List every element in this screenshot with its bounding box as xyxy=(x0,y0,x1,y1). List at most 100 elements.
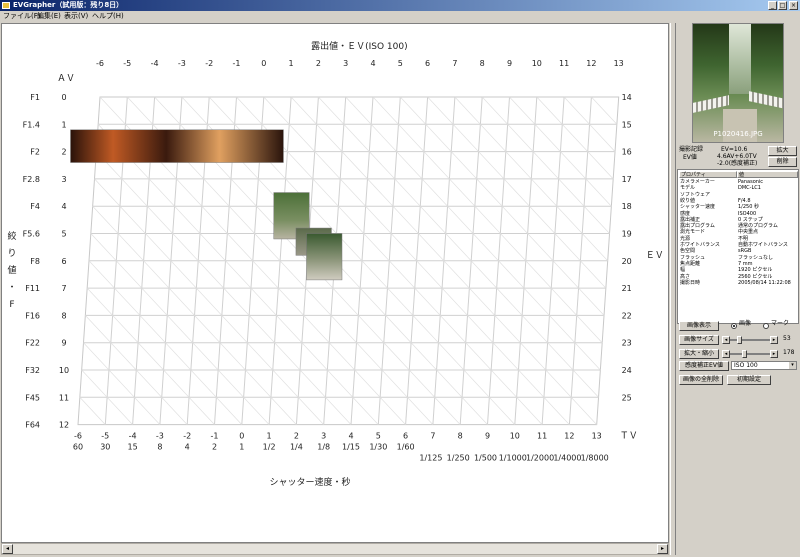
value-column-header[interactable]: 値 xyxy=(737,171,798,178)
f-number-label: F45 xyxy=(25,393,40,402)
maximize-button[interactable]: □ xyxy=(778,1,787,10)
property-row[interactable]: 幅 1920 ピクセル xyxy=(678,267,798,273)
menu-view[interactable]: 表示(V) xyxy=(64,11,88,22)
panel-splitter[interactable] xyxy=(670,23,676,555)
initial-settings-button[interactable]: 初期設定 xyxy=(727,375,771,385)
ev-right-tick-label: 25 xyxy=(622,393,632,402)
f-number-label: F32 xyxy=(25,366,40,375)
tv-tick-label: 4 xyxy=(348,432,353,441)
zoom-button[interactable]: 拡大 xyxy=(768,146,797,156)
scale-slider[interactable]: ◂ ▸ xyxy=(722,350,778,358)
property-row[interactable]: 色空間 sRGB xyxy=(678,248,798,254)
property-row[interactable]: 光源 不明 xyxy=(678,236,798,242)
property-value: 2560 ピクセル xyxy=(738,273,773,280)
property-column-header[interactable]: プロパティ xyxy=(679,171,737,178)
property-name: 幅 xyxy=(680,267,686,274)
property-value: F/4.8 xyxy=(738,197,751,204)
property-row[interactable]: フラッシュ フラッシュなし xyxy=(678,255,798,261)
property-row[interactable]: カメラメーカー Panasonic xyxy=(678,179,798,185)
tv-tick-label: 13 xyxy=(592,432,602,441)
image-display-button[interactable]: 画像表示 xyxy=(679,321,719,331)
image-size-button[interactable]: 画像サイズ xyxy=(679,335,719,345)
property-row[interactable]: ソフトウェア xyxy=(678,192,798,198)
shutter-speed-label: 1/1000 xyxy=(499,454,527,463)
close-button[interactable]: × xyxy=(789,1,798,10)
f-number-label: F2 xyxy=(30,148,40,157)
clear-all-images-button[interactable]: 画像の全削除 xyxy=(679,375,723,385)
ev-top-tick-label: 4 xyxy=(370,59,375,68)
tv-tick-label: -1 xyxy=(211,432,219,441)
ev-top-tick-label: 3 xyxy=(343,59,348,68)
property-value: sRGB xyxy=(738,248,752,255)
slider-right-arrow-icon[interactable]: ▸ xyxy=(770,336,778,344)
property-row[interactable]: ホワイトバランス 自動ホワイトバランス xyxy=(678,242,798,248)
radio-image[interactable] xyxy=(731,323,737,329)
property-row[interactable]: シャッター速度 1/250 秒 xyxy=(678,204,798,210)
property-row[interactable]: 高さ 2560 ピクセル xyxy=(678,274,798,280)
property-value: 自動ホワイトバランス xyxy=(738,242,788,248)
chart-canvas[interactable]: 露出値・ＥＶ(ISO 100) ＡＶ ＴＶ シャッター速度・秒 絞り値・ F ＥＶ -6 -5 -… xyxy=(1,23,669,543)
property-row[interactable]: 露出補正 0 ステップ xyxy=(678,217,798,223)
f-number-label: F8 xyxy=(30,257,40,266)
tv-tick-label: 5 xyxy=(376,432,381,441)
scale-slider-knob[interactable] xyxy=(742,350,747,358)
ev-top-tick-label: 1 xyxy=(289,59,294,68)
menu-edit[interactable]: 編集(E) xyxy=(37,11,61,22)
ev-diagonal xyxy=(79,397,106,425)
shutter-speed-label: 1/2000 xyxy=(526,454,554,463)
ev-right-tick-label: 24 xyxy=(622,366,632,375)
scroll-right-arrow-icon[interactable]: ▸ xyxy=(657,544,668,554)
ev-diagonal xyxy=(83,342,161,425)
ev-top-tick-label: -6 xyxy=(96,59,104,68)
y-axis-title-char: 値 xyxy=(7,264,16,276)
exif-property-table[interactable]: プロパティ 値 カメラメーカー Panasonic モデル DMC-LC1 ソフトウェア… xyxy=(677,169,799,324)
shutter-speed-label: 30 xyxy=(100,443,110,452)
menu-help[interactable]: ヘルプ(H) xyxy=(92,11,124,22)
property-name: 絞り値 xyxy=(680,197,696,204)
scroll-left-arrow-icon[interactable]: ◂ xyxy=(2,544,13,554)
tv-tick-label: 6 xyxy=(403,432,408,441)
property-row[interactable]: 焦点距離 7 mm xyxy=(678,261,798,267)
shutter-speed-label: 1 xyxy=(239,443,244,452)
shutter-speed-label: 4 xyxy=(185,443,190,452)
iso-correction-button[interactable]: 感度補正EV値 xyxy=(679,361,729,371)
image-size-slider[interactable]: ◂ ▸ xyxy=(722,336,778,344)
photo-marker-festival-panorama[interactable] xyxy=(70,129,284,163)
right-axis-title: ＥＶ xyxy=(646,251,664,261)
chevron-down-icon[interactable]: ▾ xyxy=(789,362,796,369)
iso-select[interactable]: ISO 100 ▾ xyxy=(731,361,797,370)
av-tick-label: 3 xyxy=(61,175,66,184)
horizontal-scrollbar[interactable]: ◂ ▸ xyxy=(1,543,669,555)
radio-mark[interactable] xyxy=(763,323,769,329)
minimize-button[interactable]: _ xyxy=(768,1,777,10)
property-value: 1920 ピクセル xyxy=(738,267,773,274)
image-size-slider-knob[interactable] xyxy=(737,336,742,344)
ev-top-tick-label: -3 xyxy=(178,59,186,68)
property-name: 焦点距離 xyxy=(680,260,701,267)
ev-diagonal xyxy=(372,96,603,343)
ev-right-tick-label: 17 xyxy=(622,175,632,184)
slider-right-arrow-icon[interactable]: ▸ xyxy=(770,350,778,358)
scale-button[interactable]: 拡大・縮小 xyxy=(679,349,719,359)
slider-left-arrow-icon[interactable]: ◂ xyxy=(722,350,730,358)
ev-right-tick-label: 21 xyxy=(622,284,632,293)
property-row[interactable]: 感度 ISO400 xyxy=(678,211,798,217)
delete-button[interactable]: 削除 xyxy=(768,157,797,167)
shutter-speed-label: 1/8000 xyxy=(581,454,609,463)
photo-thumbnail[interactable]: P1020416.JPG xyxy=(692,23,784,143)
tv-axis-label: ＴＶ xyxy=(620,432,638,442)
property-row[interactable]: 絞り値 F/4.8 xyxy=(678,198,798,204)
photo-marker-torii-path[interactable] xyxy=(306,233,343,281)
property-value: DMC-LC1 xyxy=(738,185,761,192)
property-row[interactable]: 測光モード 中央重点 xyxy=(678,229,798,235)
side-panel: P1020416.JPG 撮影記録 EV値 EV=10.6 4.6AV+6.0T… xyxy=(677,23,800,557)
slider-left-arrow-icon[interactable]: ◂ xyxy=(722,336,730,344)
property-row[interactable]: モデル DMC-LC1 xyxy=(678,185,798,191)
shutter-speed-label: 2 xyxy=(212,443,217,452)
f-number-label: F2.8 xyxy=(23,175,40,184)
av-tick-label: 12 xyxy=(59,421,69,430)
menu-file[interactable]: ファイル(F) xyxy=(3,11,41,22)
chart-title: 露出値・ＥＶ(ISO 100) xyxy=(311,40,408,52)
shutter-speed-label: 60 xyxy=(73,443,83,452)
property-row[interactable]: 撮影日時 2005/08/14 11:22:08 xyxy=(678,280,798,286)
